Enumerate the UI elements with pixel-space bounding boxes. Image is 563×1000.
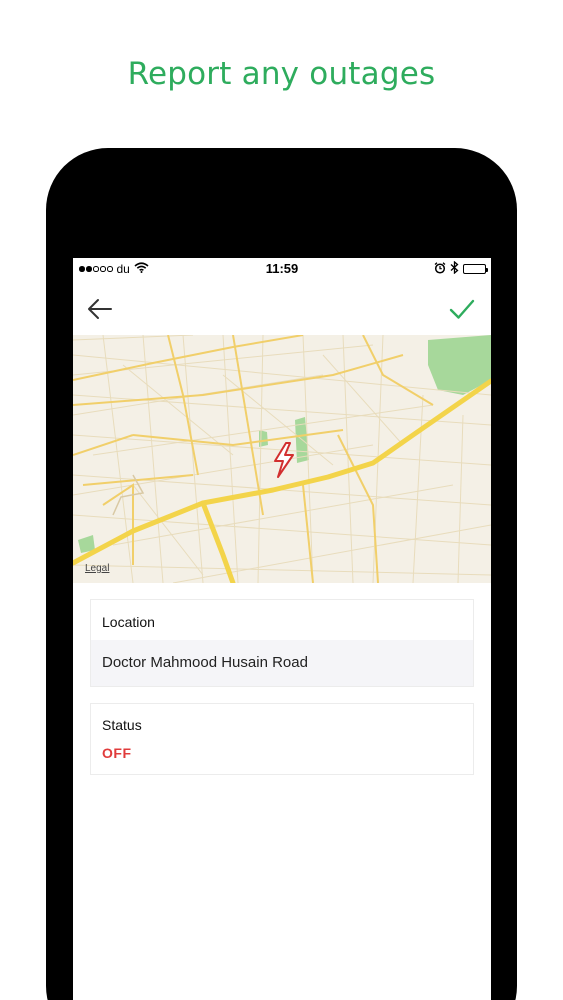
status-label: Status bbox=[102, 717, 142, 733]
location-label: Location bbox=[102, 614, 155, 630]
arrow-left-icon bbox=[88, 299, 112, 319]
map-legal-link[interactable]: Legal bbox=[85, 563, 109, 574]
status-card[interactable]: Status OFF bbox=[90, 703, 474, 775]
status-bar: du 11:59 bbox=[73, 258, 491, 280]
bluetooth-icon bbox=[450, 260, 459, 277]
status-value[interactable]: OFF bbox=[102, 745, 132, 761]
status-time: 11:59 bbox=[265, 261, 299, 276]
checkmark-icon bbox=[449, 299, 475, 319]
headline: Report any outages bbox=[127, 56, 436, 92]
lightning-bolt-icon[interactable] bbox=[269, 441, 299, 481]
back-button[interactable] bbox=[85, 294, 115, 324]
location-field[interactable]: Doctor Mahmood Husain Road bbox=[91, 640, 473, 686]
battery-icon bbox=[463, 264, 488, 274]
app-screen: du 11:59 Legal Location Doctor Mahmood H… bbox=[73, 258, 491, 1000]
status-bar-right bbox=[434, 260, 488, 277]
map-view[interactable]: Legal bbox=[73, 335, 491, 583]
location-card: Location Doctor Mahmood Husain Road bbox=[90, 599, 474, 687]
alarm-icon bbox=[434, 261, 446, 277]
confirm-button[interactable] bbox=[447, 294, 477, 324]
nav-bar bbox=[73, 280, 491, 335]
